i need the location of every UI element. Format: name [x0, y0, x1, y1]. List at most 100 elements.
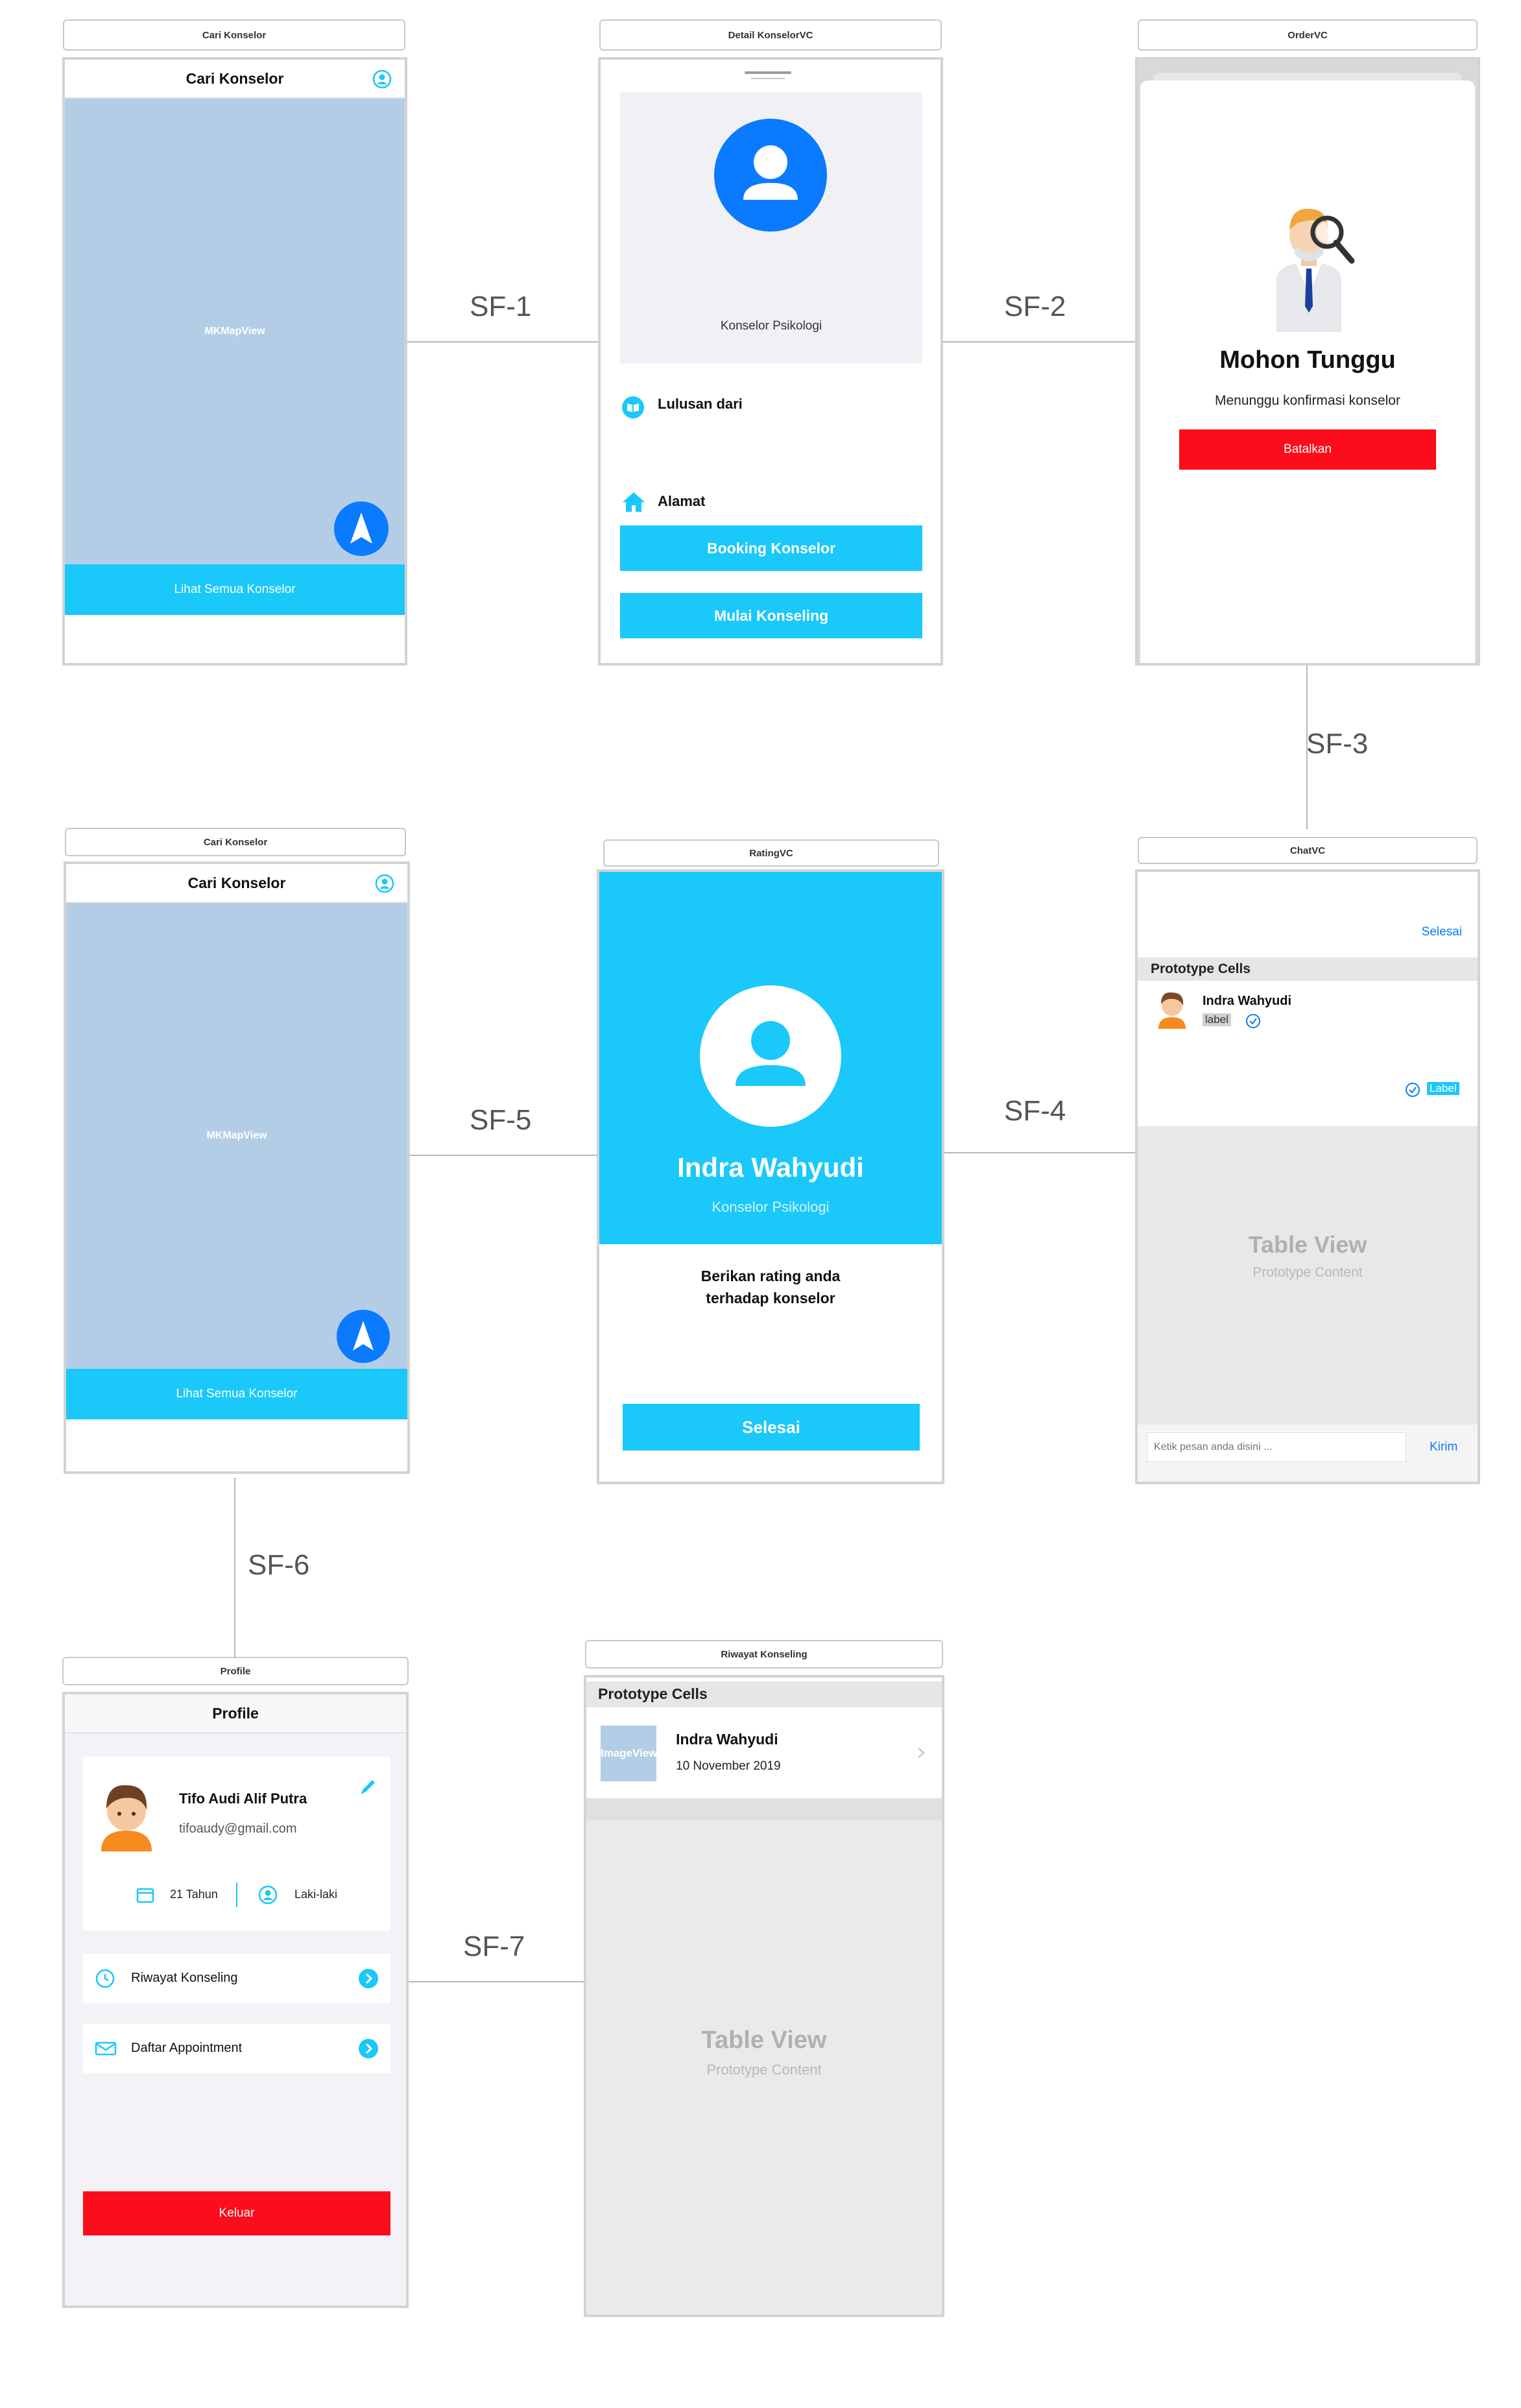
scene-title-chat: ChatVC — [1138, 837, 1478, 864]
info-divider — [236, 1883, 237, 1907]
chevron-right-icon — [358, 1968, 379, 1989]
start-counseling-label: Mulai Konseling — [713, 607, 829, 624]
map-view-label-2: MKMapView — [206, 1130, 267, 1141]
segue-label-3: SF-3 — [1306, 728, 1369, 760]
edit-pencil-icon[interactable] — [358, 1777, 377, 1797]
counselor-role-rating: Konselor Psikologi — [712, 1199, 830, 1215]
rating-avatar-icon — [699, 985, 842, 1127]
scene-title-detail-konselor: Detail KonselorVC — [599, 19, 942, 51]
logout-button[interactable]: Keluar — [83, 2191, 390, 2235]
chevron-right-icon — [358, 2038, 379, 2059]
waiting-heading: Mohon Tunggu — [1219, 346, 1396, 374]
check-icon — [1245, 1013, 1261, 1029]
table-view-subtitle: Prototype Content — [1252, 1265, 1363, 1280]
send-button[interactable]: Kirim — [1430, 1440, 1457, 1454]
profile-icon[interactable] — [372, 69, 392, 89]
cancel-button-label: Batalkan — [1284, 442, 1332, 456]
chat-avatar — [1155, 987, 1190, 1029]
logout-button-label: Keluar — [219, 2206, 255, 2220]
segue-line-1 — [407, 341, 599, 343]
image-view-label: ImageView — [601, 1747, 656, 1759]
segue-label-6: SF-6 — [248, 1549, 310, 1581]
lulusan-label: Lulusan dari — [658, 396, 743, 412]
segue-line-7 — [409, 1981, 585, 1982]
menu-appointment-label: Daftar Appointment — [131, 2041, 243, 2055]
menu-item-appointment[interactable]: Daftar Appointment — [83, 2024, 390, 2073]
alamat-label: Alamat — [658, 493, 706, 509]
history-icon — [95, 1968, 115, 1989]
phone-cari-konselor-2: Cari Konselor MKMapView Lihat Semua Kons… — [64, 861, 410, 1474]
drag-handle[interactable] — [745, 71, 791, 74]
segue-line-4 — [944, 1152, 1136, 1153]
booking-counselor-button[interactable]: Booking Konselor — [620, 525, 922, 571]
chat-cell-label: label — [1203, 1013, 1231, 1026]
right-label: Label — [1427, 1082, 1459, 1095]
segue-line-2 — [942, 341, 1136, 343]
history-section-header-label: Prototype Cells — [598, 1685, 708, 1702]
map-view-label: MKMapView — [204, 326, 265, 337]
nav-bar-profile: Profile — [65, 1694, 406, 1733]
history-table-subtitle: Prototype Content — [706, 2062, 822, 2078]
message-input[interactable] — [1147, 1432, 1406, 1462]
done-button[interactable]: Selesai — [623, 1404, 920, 1451]
calendar-icon — [136, 1886, 154, 1903]
menu-item-history[interactable]: Riwayat Konseling — [83, 1954, 390, 2003]
user-name: Tifo Audi Alif Putra — [179, 1790, 307, 1807]
profile-icon-2[interactable] — [375, 874, 394, 893]
nav-title-2: Cari Konselor — [187, 874, 286, 891]
nav-title-profile: Profile — [212, 1704, 259, 1722]
scene-title-profile: Profile — [62, 1657, 409, 1685]
phone-rating: Indra Wahyudi Konselor Psikologi Berikan… — [597, 869, 944, 1484]
user-age: 21 Tahun — [170, 1888, 218, 1901]
scene-title-rating: RatingVC — [603, 839, 939, 867]
history-table-title: Table View — [701, 2027, 827, 2054]
scene-title-order: OrderVC — [1138, 19, 1478, 51]
map-view-2[interactable]: MKMapView — [66, 903, 407, 1369]
segue-label-4: SF-4 — [1004, 1095, 1066, 1127]
history-table-strip — [586, 1798, 942, 1820]
history-cell-date: 10 November 2019 — [676, 1759, 781, 1773]
segue-line-6 — [234, 1478, 235, 1659]
phone-profile: Profile Tifo Audi Alif Putra tifoaudy@gm… — [62, 1692, 409, 2308]
user-avatar — [96, 1777, 157, 1851]
segue-label-2: SF-2 — [1004, 291, 1066, 322]
rating-prompt-line2: terhadap konselor — [706, 1290, 835, 1306]
cancel-button[interactable]: Batalkan — [1179, 429, 1436, 470]
home-icon — [621, 490, 646, 514]
counselor-role: Konselor Psikologi — [720, 319, 822, 333]
phone-order: Mohon Tunggu Menunggu konfirmasi konselo… — [1135, 57, 1480, 666]
segue-label-5: SF-5 — [470, 1104, 532, 1136]
phone-detail-konselor: Konselor Psikologi Lulusan dari Alamat B… — [598, 57, 943, 666]
chevron-right-icon — [916, 1746, 926, 1759]
table-view-title: Table View — [1248, 1231, 1367, 1258]
location-arrow-icon[interactable] — [333, 501, 389, 557]
waiting-subtitle: Menunggu konfirmasi konselor — [1215, 393, 1400, 408]
user-gender: Laki-laki — [294, 1888, 338, 1901]
section-header-label: Prototype Cells — [1151, 961, 1251, 976]
see-all-counselors-button[interactable]: Lihat Semua Konselor — [65, 564, 405, 615]
doctor-illustration — [1257, 196, 1361, 332]
history-cell-name: Indra Wahyudi — [676, 1731, 778, 1748]
segue-line-5 — [409, 1155, 599, 1156]
location-arrow-icon-2[interactable] — [336, 1309, 390, 1364]
scene-title-history: Riwayat Konseling — [585, 1640, 943, 1668]
appointment-icon — [95, 2041, 117, 2056]
phone-chat: Selesai Prototype Cells Indra Wahyudi la… — [1135, 869, 1480, 1484]
check-icon-right — [1405, 1082, 1420, 1098]
phone-history: Prototype Cells ImageView Indra Wahyudi … — [584, 1675, 944, 2317]
done-link[interactable]: Selesai — [1422, 925, 1462, 939]
chat-cell-name: Indra Wahyudi — [1203, 994, 1292, 1008]
segue-label-1: SF-1 — [470, 291, 532, 322]
drag-handle-line — [751, 78, 785, 79]
nav-bar: Cari Konselor — [65, 60, 405, 99]
see-all-counselors-button-2[interactable]: Lihat Semua Konselor — [66, 1369, 407, 1419]
image-view-placeholder: ImageView — [601, 1726, 656, 1781]
avatar-icon — [713, 118, 828, 232]
segue-label-7: SF-7 — [463, 1931, 525, 1962]
history-cell[interactable]: ImageView Indra Wahyudi 10 November 2019 — [586, 1707, 942, 1798]
map-view[interactable]: MKMapView — [65, 99, 405, 564]
booking-counselor-label: Booking Konselor — [706, 539, 836, 557]
start-counseling-button[interactable]: Mulai Konseling — [620, 593, 922, 638]
nav-bar-2: Cari Konselor — [66, 864, 407, 903]
counselor-name: Indra Wahyudi — [677, 1152, 864, 1183]
